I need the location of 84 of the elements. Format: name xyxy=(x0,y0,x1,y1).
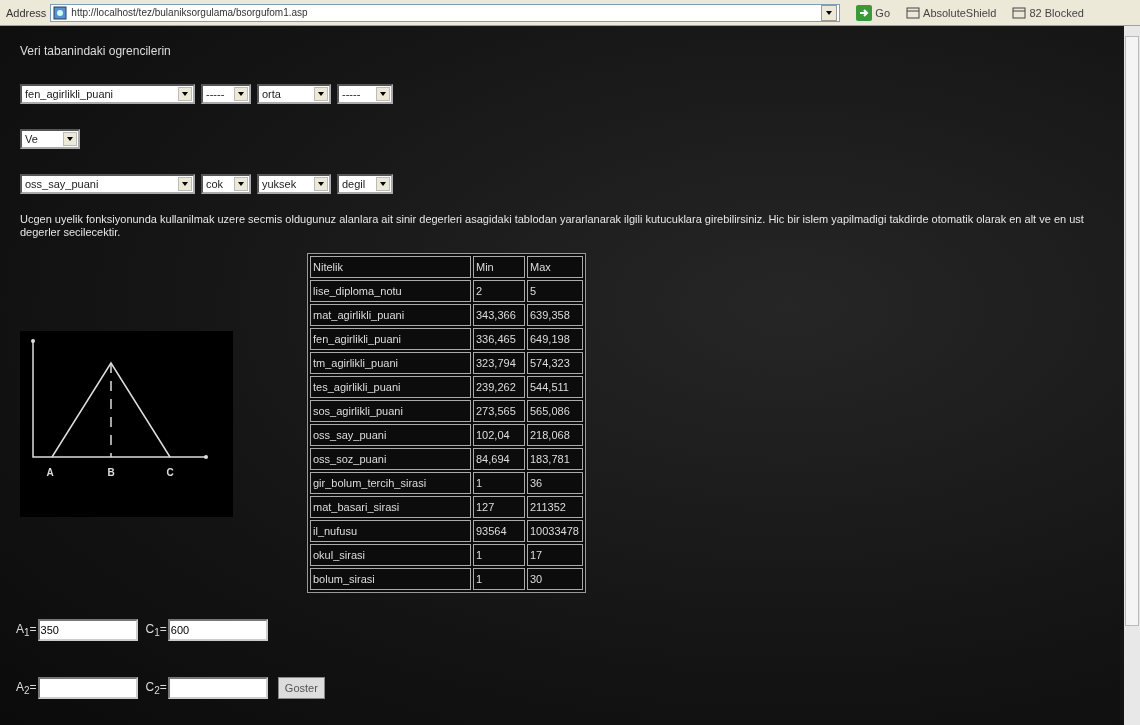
table-cell: tm_agirlikli_puani xyxy=(310,352,471,374)
column-header: Nitelik xyxy=(310,256,471,278)
column-header: Min xyxy=(473,256,525,278)
table-cell: tes_agirlikli_puani xyxy=(310,376,471,398)
table-cell: 30 xyxy=(527,568,583,590)
caret-icon xyxy=(318,182,324,186)
table-cell: okul_sirasi xyxy=(310,544,471,566)
table-cell: 649,198 xyxy=(527,328,583,350)
table-cell: 102,04 xyxy=(473,424,525,446)
table-cell: 10033478 xyxy=(527,520,583,542)
dropdown[interactable]: cok xyxy=(201,174,251,194)
caret-icon xyxy=(380,92,386,96)
table-cell: oss_say_puani xyxy=(310,424,471,446)
caret-icon xyxy=(238,92,244,96)
table-cell: 1 xyxy=(473,544,525,566)
table-cell: 336,465 xyxy=(473,328,525,350)
table-cell: sos_agirlikli_puani xyxy=(310,400,471,422)
intro-text: Veri tabanindaki ogrencilerin xyxy=(20,44,172,58)
caret-icon xyxy=(182,92,188,96)
table-cell: 183,781 xyxy=(527,448,583,470)
dropdown-button[interactable] xyxy=(821,4,838,21)
address-label: Address xyxy=(6,6,47,19)
field-label: A$_{1}$= xyxy=(16,621,37,639)
window-icon xyxy=(1012,6,1027,19)
table-cell: 2 xyxy=(473,280,525,302)
caret-icon xyxy=(826,10,833,15)
column-header: Max xyxy=(527,256,583,278)
table-cell: 211352 xyxy=(527,496,583,518)
table-cell: 544,511 xyxy=(527,376,583,398)
caret-icon xyxy=(318,92,324,96)
table-cell: 93564 xyxy=(473,520,525,542)
caret-icon xyxy=(182,182,188,186)
dropdown[interactable]: fen_agirlikli_puani xyxy=(20,84,195,104)
table-cell: 343,366 xyxy=(473,304,525,326)
input-field[interactable]: 600 xyxy=(167,619,268,641)
field-label: A$_{2}$= xyxy=(16,679,37,697)
table-cell: fen_agirlikli_puani xyxy=(310,328,471,350)
table-cell: 218,068 xyxy=(527,424,583,446)
caret-icon xyxy=(380,182,386,186)
caret-icon xyxy=(67,137,73,141)
dropdown[interactable]: ----- xyxy=(337,84,393,104)
dropdown[interactable]: yuksek xyxy=(257,174,331,194)
go-button[interactable]: Go xyxy=(856,4,891,21)
table-cell: 239,262 xyxy=(473,376,525,398)
caret-icon xyxy=(238,182,244,186)
input-field[interactable] xyxy=(37,677,138,699)
scrollbar[interactable] xyxy=(1124,26,1140,725)
table-cell: 273,565 xyxy=(473,400,525,422)
table-cell: 5 xyxy=(527,280,583,302)
field-label: C$_{1}$= xyxy=(145,621,167,639)
dropdown[interactable]: orta xyxy=(257,84,331,104)
table-cell: 1 xyxy=(473,472,525,494)
url-text: http://localhost/tez/bulaniksorgulama/bsorgufom1.asp xyxy=(71,7,309,18)
table-cell: lise_diploma_notu xyxy=(310,280,471,302)
table-cell: bolum_sirasi xyxy=(310,568,471,590)
dropdown[interactable]: oss_say_puani xyxy=(20,174,195,194)
table-cell: il_nufusu xyxy=(310,520,471,542)
show-button[interactable]: Goster xyxy=(277,677,325,699)
table-cell: 574,323 xyxy=(527,352,583,374)
table-cell: 17 xyxy=(527,544,583,566)
table-cell: 565,086 xyxy=(527,400,583,422)
input-field[interactable] xyxy=(167,677,268,699)
description-text: Ucgen uyelik fonksiyonunda kullanilmak uzere secmis oldugunuz alanlara ait sinir degerleri asagidaki tablodan yararlanarak ilgili kutucuklara girebilirsiniz. Hic bir islem yapilmadigi takdirde otomatik olarak en alt ve en ust degerler secilecektir. xyxy=(20,213,1085,239)
table-cell: mat_basari_sirasi xyxy=(310,496,471,518)
dropdown[interactable]: degil xyxy=(337,174,393,194)
toolbar-button[interactable]: 82 Blocked xyxy=(1012,6,1084,19)
dropdown[interactable]: Ve xyxy=(20,129,80,149)
table-cell: 127 xyxy=(473,496,525,518)
toolbar-button[interactable]: AbsoluteShield xyxy=(906,6,997,19)
input-field[interactable]: 350 xyxy=(37,619,138,641)
dropdown[interactable]: ----- xyxy=(201,84,251,104)
address-field[interactable]: http://localhost/tez/bulaniksorgulama/bsorgufom1.asp xyxy=(50,3,841,22)
table-cell: gir_bolum_tercih_sirasi xyxy=(310,472,471,494)
page-icon xyxy=(53,5,68,20)
table-cell: oss_soz_puani xyxy=(310,448,471,470)
scroll-thumb[interactable] xyxy=(1125,36,1139,626)
table-cell: 323,794 xyxy=(473,352,525,374)
table-cell: 639,358 xyxy=(527,304,583,326)
triangle-diagram: A B C xyxy=(20,331,233,517)
table-cell: 36 xyxy=(527,472,583,494)
table-cell: 1 xyxy=(473,568,525,590)
table-cell: mat_agirlikli_puani xyxy=(310,304,471,326)
table-cell: 84,694 xyxy=(473,448,525,470)
field-label: C$_{2}$= xyxy=(145,679,167,697)
